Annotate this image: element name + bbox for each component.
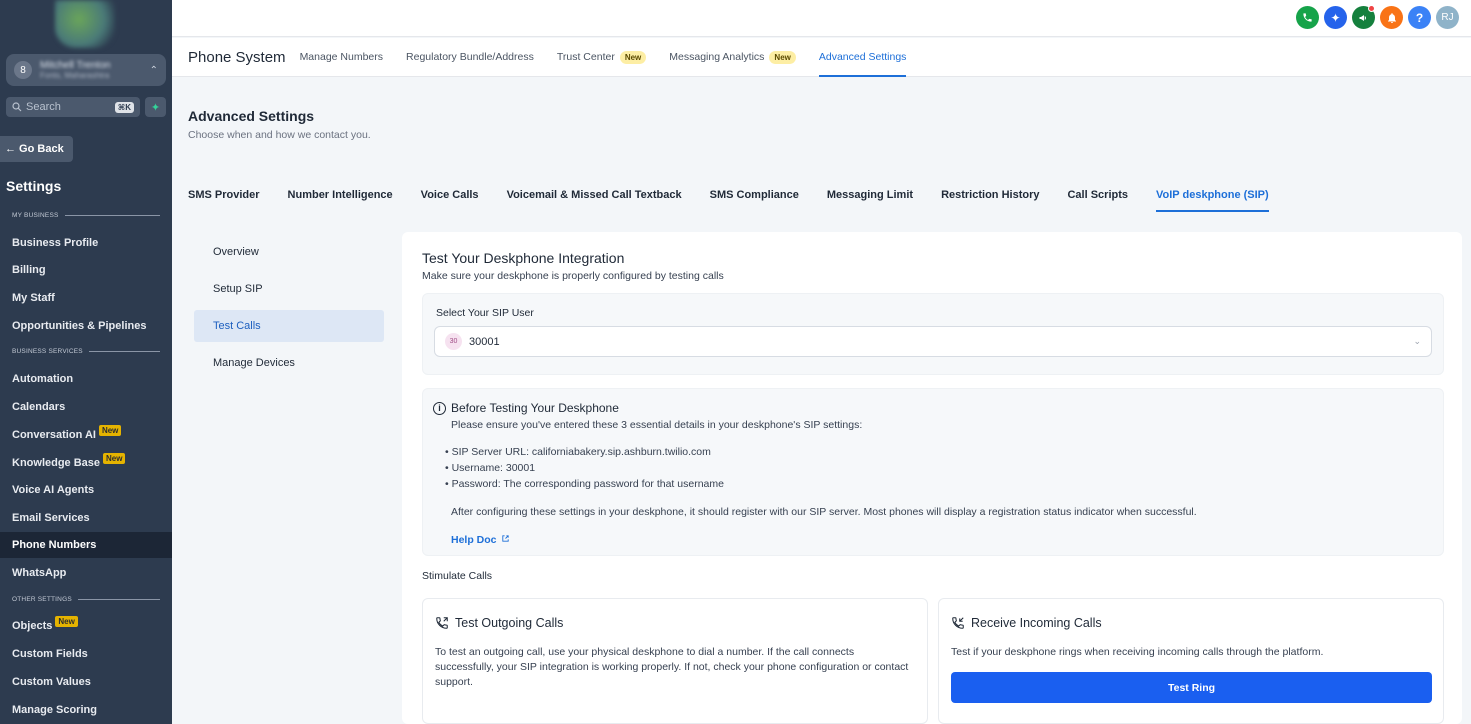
settings-tabs: SMS Provider Number Intelligence Voice C… <box>188 182 1297 212</box>
tab-voicemail[interactable]: Voicemail & Missed Call Textback <box>507 182 682 212</box>
help-doc-link[interactable]: Help Doc <box>451 534 510 546</box>
page-brand-title: Phone System <box>188 48 286 66</box>
go-back-button[interactable]: ← Go Back <box>0 136 73 162</box>
section-business-services: BUSINESS SERVICES <box>12 348 160 355</box>
tab-restriction-history[interactable]: Restriction History <box>941 182 1039 212</box>
new-badge: New <box>55 615 78 627</box>
outgoing-text: To test an outgoing call, use your physi… <box>435 646 909 688</box>
receive-incoming-calls-card: Receive Incoming Calls Test if your desk… <box>938 598 1444 724</box>
sidebar-item-phone-numbers[interactable]: Phone Numbers <box>0 532 172 558</box>
phone-system-nav: Phone System Manage Numbers Regulatory B… <box>172 38 1471 77</box>
info-bullet-username: • Username: 30001 <box>445 462 536 474</box>
test-calls-card: Test Your Deskphone Integration Make sur… <box>402 232 1462 724</box>
sidebar-item-voice-ai-agents[interactable]: Voice AI Agents <box>0 477 172 503</box>
sip-user-select[interactable]: 30 30001 ⌄ <box>434 326 1432 357</box>
tab-sms-compliance[interactable]: SMS Compliance <box>710 182 799 212</box>
section-my-business: MY BUSINESS <box>12 212 160 219</box>
sidebar-item-my-staff[interactable]: My Staff <box>0 285 172 311</box>
nav-regulatory-bundle[interactable]: Regulatory Bundle/Address <box>406 38 534 77</box>
card-subtitle: Make sure your deskphone is properly con… <box>422 270 724 282</box>
menu-test-calls[interactable]: Test Calls <box>194 310 384 342</box>
quick-action-bolt-icon[interactable]: ✦ <box>145 97 166 117</box>
new-badge: New <box>103 452 126 464</box>
sidebar-item-knowledge-base[interactable]: Knowledge Base New <box>0 450 172 476</box>
chevron-updown-icon: ⌃ <box>149 64 158 76</box>
new-badge: New <box>98 424 122 436</box>
search-icon <box>12 102 22 112</box>
phone-outgoing-icon <box>436 617 448 629</box>
bell-icon[interactable] <box>1380 6 1403 29</box>
nav-manage-numbers[interactable]: Manage Numbers <box>300 38 383 77</box>
sidebar: 8 Mitchell Trenton Fonts, Maharashtra ⌃ … <box>0 0 172 724</box>
tab-number-intelligence[interactable]: Number Intelligence <box>288 182 393 212</box>
test-ring-button[interactable]: Test Ring <box>951 672 1432 703</box>
new-badge: New <box>619 50 647 64</box>
megaphone-icon[interactable] <box>1352 5 1375 29</box>
account-avatar: 8 <box>14 61 32 79</box>
chevron-down-icon: ⌄ <box>1413 336 1421 346</box>
test-outgoing-calls-card: Test Outgoing Calls To test an outgoing … <box>422 598 928 724</box>
nav-messaging-analytics[interactable]: Messaging Analytics New <box>669 38 796 77</box>
top-bar: ✦ ? RJ <box>172 0 1471 37</box>
account-switcher[interactable]: 8 Mitchell Trenton Fonts, Maharashtra ⌃ <box>6 54 166 86</box>
sidebar-item-objects[interactable]: Objects New <box>0 613 172 639</box>
sidebar-item-calendars[interactable]: Calendars <box>0 394 172 420</box>
external-link-icon <box>502 535 510 542</box>
info-bullet-server: • SIP Server URL: californiabakery.sip.a… <box>445 446 711 458</box>
info-after-text: After configuring these settings in your… <box>451 506 1197 518</box>
info-intro: Please ensure you've entered these 3 ess… <box>451 419 863 431</box>
help-icon[interactable]: ? <box>1408 6 1431 29</box>
sidebar-item-email-services[interactable]: Email Services <box>0 505 172 531</box>
magic-icon[interactable]: ✦ <box>1324 6 1347 29</box>
tab-messaging-limit[interactable]: Messaging Limit <box>827 182 913 212</box>
incoming-text: Test if your deskphone rings when receiv… <box>951 646 1324 658</box>
sip-user-label: Select Your SIP User <box>436 307 534 319</box>
menu-setup-sip[interactable]: Setup SIP <box>194 273 384 305</box>
sip-user-value: 30001 <box>469 335 500 348</box>
stimulate-calls-heading: Stimulate Calls <box>422 570 493 582</box>
sidebar-item-custom-values[interactable]: Custom Values <box>0 669 172 695</box>
tab-sms-provider[interactable]: SMS Provider <box>188 182 260 212</box>
search-input[interactable]: Search ⌘K <box>6 97 140 117</box>
phone-incoming-icon <box>952 617 964 629</box>
tab-call-scripts[interactable]: Call Scripts <box>1067 182 1128 212</box>
search-placeholder: Search <box>26 101 61 113</box>
nav-advanced-settings[interactable]: Advanced Settings <box>818 38 906 77</box>
tab-voice-calls[interactable]: Voice Calls <box>421 182 479 212</box>
account-name: Mitchell Trenton <box>40 60 111 71</box>
sidebar-item-manage-scoring[interactable]: Manage Scoring <box>0 697 172 723</box>
before-testing-info: i Before Testing Your Deskphone Please e… <box>422 388 1444 556</box>
sidebar-item-automation[interactable]: Automation <box>0 366 172 392</box>
outgoing-title: Test Outgoing Calls <box>435 616 563 630</box>
sip-user-avatar: 30 <box>445 333 462 350</box>
sidebar-item-custom-fields[interactable]: Custom Fields <box>0 641 172 667</box>
new-badge: New <box>769 50 796 64</box>
sidebar-title: Settings <box>6 178 62 194</box>
nav-trust-center[interactable]: Trust Center New <box>557 38 647 77</box>
sidebar-item-conversation-ai[interactable]: Conversation AI New <box>0 422 172 448</box>
page-subtitle: Choose when and how we contact you. <box>188 129 371 141</box>
page-title: Advanced Settings <box>188 108 315 124</box>
info-title: i Before Testing Your Deskphone <box>433 401 619 415</box>
info-bullet-password: • Password: The corresponding password f… <box>445 478 724 490</box>
sidebar-item-opportunities[interactable]: Opportunities & Pipelines <box>0 313 172 339</box>
sidebar-item-whatsapp[interactable]: WhatsApp <box>0 560 172 586</box>
search-shortcut: ⌘K <box>114 101 134 113</box>
menu-overview[interactable]: Overview <box>194 236 384 268</box>
sidebar-item-business-profile[interactable]: Business Profile <box>0 230 172 256</box>
incoming-title: Receive Incoming Calls <box>951 616 1102 630</box>
phone-icon[interactable] <box>1296 6 1319 29</box>
tab-voip-deskphone[interactable]: VoIP deskphone (SIP) <box>1156 182 1269 212</box>
sidebar-item-billing[interactable]: Billing <box>0 257 172 283</box>
sip-user-select-panel: Select Your SIP User 30 30001 ⌄ <box>422 293 1444 375</box>
company-logo <box>55 0 115 48</box>
info-icon: i <box>433 401 446 415</box>
card-title: Test Your Deskphone Integration <box>422 250 625 266</box>
menu-manage-devices[interactable]: Manage Devices <box>194 347 384 379</box>
account-location: Fonts, Maharashtra <box>40 71 110 80</box>
section-other-settings: OTHER SETTINGS <box>12 596 160 603</box>
user-avatar[interactable]: RJ <box>1436 6 1459 29</box>
